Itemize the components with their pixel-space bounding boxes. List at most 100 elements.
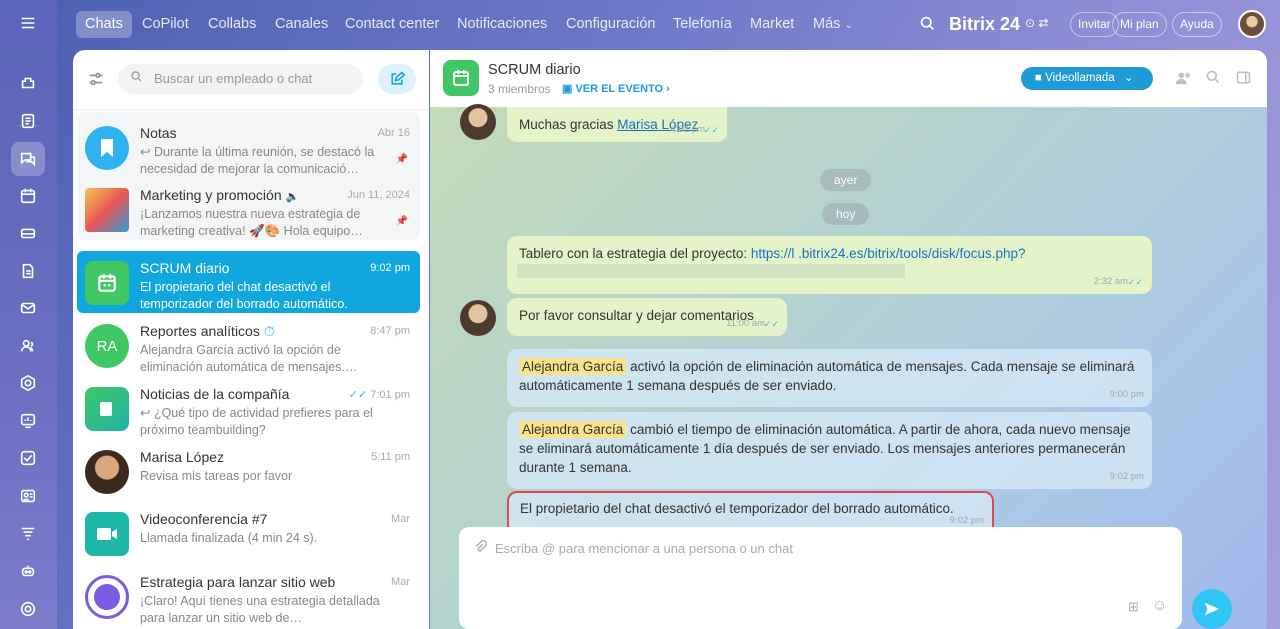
muted-icon: 🔈 <box>285 191 300 203</box>
chat-initials: RA <box>85 324 129 368</box>
id-card-icon[interactable] <box>11 479 45 513</box>
nav-copilot[interactable]: CoPilot <box>133 11 198 38</box>
contacts-icon[interactable] <box>11 329 45 363</box>
chat-time: Mar <box>391 576 410 588</box>
drive-icon[interactable] <box>11 216 45 250</box>
chat-item-marisa[interactable]: Marisa López 5:11 pm Revisa mis tareas p… <box>77 440 420 502</box>
user-mention[interactable]: Alejandra García <box>519 421 627 438</box>
chat-preview: ¡Claro! Aquí tienes una estrategia detal… <box>140 594 380 625</box>
chat-name: Videoconferencia #7 <box>140 511 268 527</box>
message-input[interactable]: Escriba @ para mencionar a una persona o… <box>459 527 1182 629</box>
filter-sliders-icon[interactable] <box>87 70 105 93</box>
chevron-down-icon: ⌄ <box>1123 72 1134 84</box>
timer-icon: ⏱ <box>263 323 275 339</box>
nav-contact-center[interactable]: Contact center <box>336 11 448 38</box>
user-avatar[interactable] <box>1238 10 1266 38</box>
message-text: Tablero con la estrategia del proyecto: <box>519 246 751 261</box>
chat-preview: ↩ Durante la última reunión, se destacó … <box>140 145 375 176</box>
left-rail <box>0 0 57 629</box>
view-event-label: VER EL EVENTO <box>575 83 664 95</box>
puzzle-icon[interactable] <box>11 66 45 100</box>
search-icon[interactable] <box>1205 69 1221 90</box>
nav-market[interactable]: Market <box>741 11 803 38</box>
chat-item-marketing[interactable]: Marketing y promoción 🔈 Jun 11, 2024 ¡La… <box>77 178 420 240</box>
send-button[interactable] <box>1192 589 1232 629</box>
nav-notificaciones[interactable]: Notificaciones <box>448 11 556 38</box>
file-link[interactable]: https://l .bitrix24.es/bitrix/tools/disk… <box>751 246 1026 261</box>
sidebar-toggle-icon[interactable] <box>1236 70 1251 90</box>
system-message: Alejandra García activó la opción de eli… <box>507 349 1152 407</box>
hexagon-icon[interactable] <box>11 366 45 400</box>
message-time: 2:32 am <box>1093 276 1128 287</box>
search-input[interactable]: Buscar un empleado o chat <box>118 64 363 94</box>
compose-button[interactable] <box>378 64 416 94</box>
redacted-block <box>517 264 905 278</box>
tasks-icon[interactable] <box>11 441 45 475</box>
add-user-icon[interactable] <box>1174 69 1192 92</box>
chat-preview: El propietario del chat desactivó el tem… <box>140 280 348 311</box>
paperclip-icon[interactable] <box>473 539 488 559</box>
feed-icon[interactable] <box>11 104 45 138</box>
menu-icon[interactable] <box>11 6 45 40</box>
brand-logo: Bitrix 24 <box>949 14 1021 34</box>
calendar-icon <box>85 261 129 305</box>
send-arrow-icon <box>1204 602 1220 616</box>
robot-icon[interactable] <box>11 554 45 588</box>
settings-gear-icon[interactable] <box>11 592 45 626</box>
chat-item-estrategia[interactable]: Estrategia para lanzar sitio web Mar ¡Cl… <box>77 565 420 627</box>
nav-mas-label: Más <box>813 16 841 32</box>
mail-icon[interactable] <box>11 291 45 325</box>
nav-mas[interactable]: Más ⌄ <box>804 11 862 38</box>
read-check-icon: ✓✓ <box>763 319 779 329</box>
chats-icon[interactable] <box>11 142 45 176</box>
help-button[interactable]: Ayuda <box>1172 12 1222 37</box>
nav-chats[interactable]: Chats <box>76 11 132 38</box>
chat-preview: Revisa mis tareas por favor <box>140 469 293 483</box>
chat-item-notas[interactable]: Notas Abr 16 ↩ Durante la última reunión… <box>77 116 420 178</box>
nav-collabs[interactable]: Collabs <box>199 11 265 38</box>
filter-stack-icon[interactable] <box>11 516 45 550</box>
message-text: El propietario del chat desactivó el tem… <box>520 501 954 516</box>
view-event-link[interactable]: ▣ VER EL EVENTO › <box>562 82 670 95</box>
chat-time-text: 7:01 pm <box>370 389 410 401</box>
message-text: Por favor consultar y dejar comentarios <box>519 308 754 323</box>
chat-header: SCRUM diario 3 miembros ▣ VER EL EVENTO … <box>430 50 1267 107</box>
document-icon[interactable] <box>11 254 45 288</box>
chart-board-icon[interactable] <box>11 404 45 438</box>
message-bubble: Muchas gracias Marisa López 4:02 pm ✓✓ <box>507 107 727 142</box>
read-check-icon: ✓✓ <box>1127 277 1143 287</box>
video-icon: ■ <box>1035 72 1042 84</box>
chat-item-videoconferencia[interactable]: Videoconferencia #7 Mar Llamada finaliza… <box>77 502 420 564</box>
search-icon <box>130 64 143 94</box>
chat-time: Mar <box>391 513 410 525</box>
chat-title: SCRUM diario <box>488 62 581 78</box>
pin-icon: 📌 <box>395 216 408 227</box>
chat-preview: Alejandra García activó la opción de eli… <box>140 343 358 374</box>
nav-configuracion[interactable]: Configuración <box>557 11 664 38</box>
message-time: 9:02 pm <box>1109 471 1144 482</box>
user-mention[interactable]: Alejandra García <box>519 358 627 375</box>
chevron-down-icon: ⌄ <box>844 20 853 31</box>
search-placeholder: Buscar un empleado o chat <box>154 71 313 86</box>
search-icon[interactable] <box>919 15 936 37</box>
chat-item-scrum[interactable]: SCRUM diario 9:02 pm El propietario del … <box>77 251 420 313</box>
nav-canales[interactable]: Canales <box>266 11 337 38</box>
chat-item-noticias[interactable]: Noticias de la compañía ✓✓ 7:01 pm ↩ ¿Qu… <box>77 377 420 439</box>
my-plan-button[interactable]: Mi plan <box>1112 12 1167 37</box>
top-navigation: Chats CoPilot Collabs Canales Contact ce… <box>57 0 1280 50</box>
clock-icon: ⊙ ⇄ <box>1025 16 1049 30</box>
calendar-small-icon: ▣ <box>562 83 573 95</box>
date-separator: ayer <box>820 169 872 191</box>
chat-time: 9:02 pm <box>370 262 410 274</box>
apps-grid-icon[interactable]: ⊞ <box>1128 599 1139 615</box>
chat-item-reportes[interactable]: RA Reportes analíticos ⏱ 8:47 pm Alejand… <box>77 314 420 376</box>
message-bubble: Por favor consultar y dejar comentarios … <box>507 298 787 336</box>
nav-telefonia[interactable]: Telefonía <box>664 11 741 38</box>
read-check-icon: ✓✓ <box>703 125 719 135</box>
videocall-button[interactable]: ■ Videollamada ⌄ <box>1021 67 1153 90</box>
chat-sidebar: Buscar un empleado o chat Notas Abr 16 ↩… <box>73 50 429 629</box>
calendar-icon[interactable] <box>11 179 45 213</box>
chat-time: Jun 11, 2024 <box>347 189 410 201</box>
member-count[interactable]: 3 miembros <box>488 82 551 96</box>
smiley-icon[interactable]: ☺ <box>1152 597 1167 614</box>
